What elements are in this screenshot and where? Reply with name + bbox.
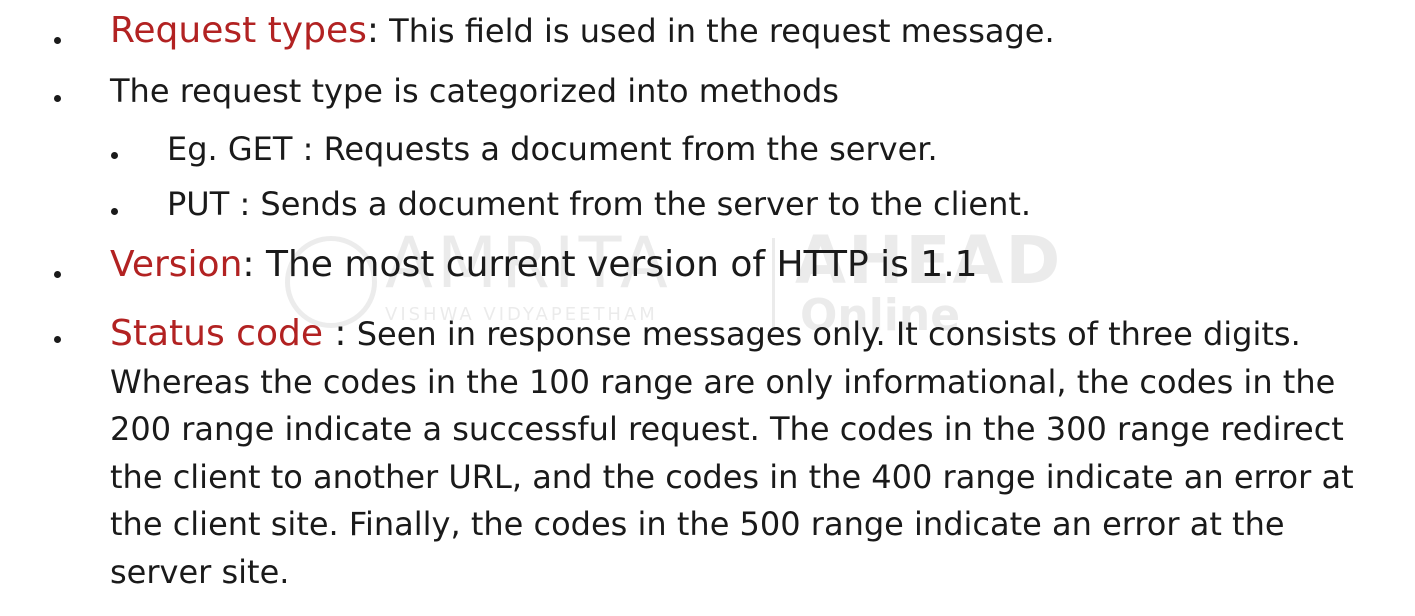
sub-bullet-icon [111,152,118,159]
put-text: PUT : Sends a document from the server t… [167,185,1032,223]
term-separator: : [366,10,379,51]
sub-bullet-get: Eg. GET : Requests a document from the s… [167,130,938,168]
sub-bullet-icon [111,208,118,215]
request-types-description: This field is used in the request messag… [379,12,1055,50]
term-separator: : [242,244,255,285]
bullet-version: Version: The most current version of HTT… [110,244,978,285]
term-version: Version [110,244,243,285]
request-type-desc-text: The request type is categorized into met… [110,72,839,110]
bullet-icon [54,271,61,278]
term-status-code: Status code [110,313,323,354]
bullet-icon [54,336,61,343]
bullet-icon [54,37,61,44]
get-text: Eg. GET : Requests a document from the s… [167,130,938,168]
status-code-description: Seen in response messages only. It consi… [110,315,1354,591]
bullet-request-types: Request types: This field is used in the… [110,10,1055,51]
term-request-types: Request types [110,10,367,51]
bullet-status-code: Status code : Seen in response messages … [110,310,1380,596]
bullet-icon [54,95,61,102]
bullet-request-type-desc: The request type is categorized into met… [110,72,839,110]
sub-bullet-put: PUT : Sends a document from the server t… [167,185,1031,223]
version-description: The most current version of HTTP is 1.1 [254,244,978,285]
term-separator: : [322,313,347,354]
